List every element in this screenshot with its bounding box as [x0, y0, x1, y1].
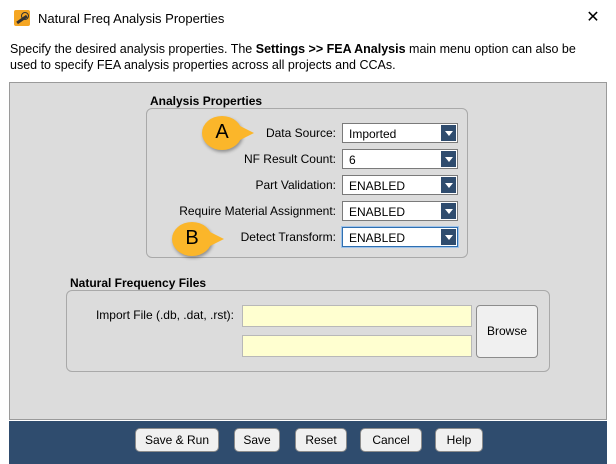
- nf-result-count-dropdown[interactable]: 6: [342, 149, 458, 169]
- analysis-properties-title: Analysis Properties: [150, 94, 263, 108]
- chevron-down-icon: [441, 203, 456, 219]
- detect-transform-dropdown[interactable]: ENABLED: [342, 227, 458, 247]
- nf-result-count-label: NF Result Count:: [243, 152, 336, 166]
- require-material-assignment-value: ENABLED: [349, 205, 406, 219]
- callout-a-letter: A: [215, 121, 229, 143]
- part-validation-label: Part Validation:: [255, 178, 337, 192]
- detect-transform-value: ENABLED: [349, 231, 406, 245]
- window-title: Natural Freq Analysis Properties: [38, 11, 225, 26]
- chevron-down-icon: [441, 125, 456, 141]
- chevron-down-icon: [441, 151, 456, 167]
- require-material-assignment-label: Require Material Assignment:: [179, 204, 336, 218]
- callout-b-letter: B: [185, 227, 199, 249]
- chevron-down-icon: [441, 177, 456, 193]
- cancel-button[interactable]: Cancel: [360, 428, 422, 452]
- nf-result-count-value: 6: [349, 153, 356, 167]
- description-text: Specify the desired analysis properties.…: [10, 41, 606, 73]
- chevron-down-icon: [441, 229, 456, 245]
- data-source-value: Imported: [349, 127, 397, 141]
- detect-transform-label: Detect Transform:: [240, 230, 336, 244]
- natural-frequency-files-title: Natural Frequency Files: [70, 276, 207, 290]
- require-material-assignment-dropdown[interactable]: ENABLED: [342, 201, 458, 221]
- reset-button[interactable]: Reset: [295, 428, 347, 452]
- callout-b: B: [172, 222, 224, 256]
- close-icon[interactable]: ✕: [570, 0, 616, 36]
- description-menu-path: Settings >> FEA Analysis: [255, 42, 406, 56]
- save-and-run-button[interactable]: Save & Run: [135, 428, 219, 452]
- data-source-dropdown[interactable]: Imported: [342, 123, 458, 143]
- description-prefix: Specify the desired analysis properties.…: [10, 42, 256, 56]
- import-file-input-2[interactable]: [242, 335, 472, 357]
- save-button[interactable]: Save: [234, 428, 280, 452]
- data-source-label: Data Source:: [265, 126, 336, 140]
- help-button[interactable]: Help: [435, 428, 483, 452]
- title-bar: Natural Freq Analysis Properties ✕: [0, 0, 616, 36]
- browse-button[interactable]: Browse: [476, 305, 538, 358]
- part-validation-dropdown[interactable]: ENABLED: [342, 175, 458, 195]
- app-icon: [14, 10, 30, 26]
- callout-a: A: [202, 116, 254, 150]
- part-validation-value: ENABLED: [349, 179, 406, 193]
- import-file-label: Import File (.db, .dat, .rst):: [95, 308, 234, 322]
- import-file-input-1[interactable]: [242, 305, 472, 327]
